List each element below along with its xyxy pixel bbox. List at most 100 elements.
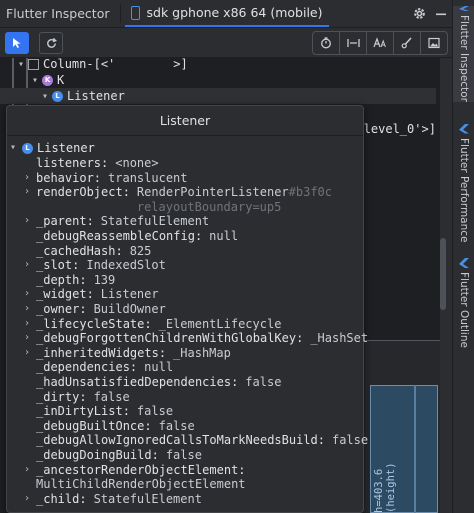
chevron-right-icon[interactable]: › — [24, 258, 36, 273]
property-row[interactable]: › _owner: BuildOwner — [24, 302, 166, 317]
tab-flutter-inspector[interactable]: Flutter Inspector — [0, 0, 116, 27]
chevron-right-icon[interactable]: › — [24, 185, 36, 200]
property-key: _dirty: — [36, 389, 87, 404]
chevron-down-icon: ▾ — [42, 90, 49, 102]
paint-baselines-button[interactable] — [367, 32, 394, 54]
property-row: _dirty: false — [24, 390, 130, 405]
chevron-right-icon[interactable]: › — [24, 463, 36, 478]
listener-icon: L — [22, 142, 33, 154]
property-key: _parent: — [36, 214, 94, 229]
tree-node-listener[interactable]: ▾ L Listener — [0, 88, 436, 104]
side-tab-flutter-performance[interactable]: Flutter Performance — [453, 124, 474, 242]
property-key: _hadUnsatisfiedDependencies: — [36, 375, 239, 389]
property-value-detail: relayoutBoundary=up5 — [136, 199, 282, 214]
property-value: _HashSet — [310, 331, 369, 346]
repaint-rainbow-button[interactable] — [394, 32, 421, 54]
property-value: false — [331, 433, 369, 448]
property-row[interactable]: › _slot: IndexedSlot — [24, 258, 166, 273]
property-value: false — [245, 375, 282, 389]
property-row[interactable]: › renderObject: RenderPointerListener #b3f0… — [24, 185, 332, 200]
property-row[interactable]: › _inheritedWidgets: _HashMap — [24, 346, 231, 361]
refresh-tree-button[interactable] — [39, 32, 63, 54]
property-row: _debugReassembleConfig: null — [24, 229, 238, 244]
chevron-down-icon: ▾ — [10, 142, 17, 153]
property-value: Listener — [100, 287, 159, 302]
tree-node-label: Column-[<' — [43, 57, 116, 71]
select-widget-mode-button[interactable] — [5, 32, 29, 54]
tree-node-column[interactable]: ▾ Column-[<' >] — [18, 56, 188, 72]
property-row-continuation: MultiChildRenderObjectElement — [36, 477, 246, 492]
stopwatch-icon — [321, 37, 331, 49]
baseline-text-icon — [373, 37, 386, 48]
property-row[interactable]: › _ancestorRenderObjectElement: — [24, 463, 246, 478]
property-row[interactable]: › behavior: translucent — [24, 171, 188, 186]
properties-root-row[interactable]: ▾ L Listener — [10, 141, 95, 156]
property-value: 825 — [129, 243, 152, 258]
chevron-right-icon[interactable]: › — [24, 331, 36, 346]
property-value: RenderPointerListener — [136, 185, 289, 200]
chevron-right-icon[interactable]: › — [24, 287, 36, 302]
inspector-toolbar — [0, 28, 452, 58]
property-key: _ancestorRenderObjectElement: — [36, 462, 246, 477]
tree-node-k[interactable]: ▾ K K — [32, 72, 64, 88]
property-row: _debugDoingBuild: false — [24, 448, 202, 463]
side-tab-flutter-inspector[interactable]: Flutter Inspector — [453, 6, 474, 102]
chevron-right-icon[interactable]: › — [24, 171, 36, 186]
property-key: _debugBuiltOnce: — [36, 418, 152, 433]
slow-animations-button[interactable] — [313, 32, 340, 54]
tree-node-label: Listener — [67, 89, 125, 103]
phone-icon — [130, 5, 140, 20]
chevron-right-icon[interactable]: › — [24, 214, 36, 229]
property-value: StatefulElement — [100, 214, 210, 229]
oversized-images-button[interactable] — [421, 32, 447, 54]
property-key: _widget: — [36, 287, 94, 302]
property-row[interactable]: › _parent: StatefulElement — [24, 214, 209, 229]
property-value: 139 — [93, 272, 116, 287]
side-tab-flutter-outline[interactable]: Flutter Outline — [453, 258, 474, 348]
property-value: _ElementLifecycle — [158, 316, 282, 331]
property-key: _debugForgottenChildrenWithGlobalKey: — [36, 331, 304, 346]
property-value: _HashMap — [173, 345, 231, 360]
settings-button[interactable] — [408, 0, 430, 27]
paint-brush-icon — [401, 37, 412, 49]
property-key: _inDirtyList: — [36, 404, 130, 419]
gear-icon — [413, 8, 425, 19]
select-widget-icon — [13, 38, 21, 48]
property-key: _debugReassembleConfig: — [36, 229, 203, 243]
tree-scrollbar[interactable] — [440, 238, 446, 310]
property-key: _lifecycleState: — [36, 316, 152, 331]
property-value: null — [209, 229, 239, 243]
property-row[interactable]: › _debugForgottenChildrenWithGlobalKey: _H… — [24, 331, 368, 346]
tree-node-label: K — [57, 73, 65, 87]
tab-device-label: sdk gphone x86 64 (mobile) — [146, 5, 323, 20]
flutter-icon — [459, 6, 469, 12]
tree-node-label-end: >] — [173, 57, 188, 71]
property-value: MultiChildRenderObjectElement — [36, 477, 246, 492]
property-value: false — [136, 404, 174, 419]
widget-k-icon: K — [42, 74, 54, 86]
property-key: behavior: — [36, 170, 102, 185]
property-key: _dependencies: — [36, 360, 138, 375]
chevron-right-icon[interactable]: › — [24, 317, 36, 332]
property-row[interactable]: › _child: StatefulElement — [24, 492, 202, 507]
chevron-right-icon[interactable]: › — [24, 346, 36, 361]
side-tab-label: Flutter Performance — [458, 137, 470, 243]
chevron-right-icon[interactable]: › — [24, 492, 36, 507]
property-value: StatefulElement — [93, 491, 202, 506]
properties-tree[interactable]: ▾ L Listener listeners: <none> › behavior: t… — [7, 137, 368, 512]
tab-flutter-inspector-label: Flutter Inspector — [6, 6, 110, 21]
property-row[interactable]: › _lifecycleState: _ElementLifecycle — [24, 317, 281, 332]
property-key: _depth: — [36, 272, 87, 287]
property-row[interactable]: › _widget: Listener — [24, 287, 159, 302]
debug-paint-button[interactable] — [340, 32, 367, 54]
property-value: translucent — [108, 170, 188, 185]
properties-root-label: Listener — [37, 141, 95, 155]
property-key: _owner: — [36, 302, 87, 316]
tab-device[interactable]: sdk gphone x86 64 (mobile) — [124, 0, 329, 27]
hide-button[interactable] — [430, 0, 452, 27]
property-row: _dependencies: null — [24, 360, 173, 375]
minimize-icon — [436, 13, 446, 15]
chevron-right-icon[interactable]: › — [24, 302, 36, 317]
flutter-icon — [459, 124, 469, 134]
property-key: _inheritedWidgets: — [36, 345, 167, 360]
